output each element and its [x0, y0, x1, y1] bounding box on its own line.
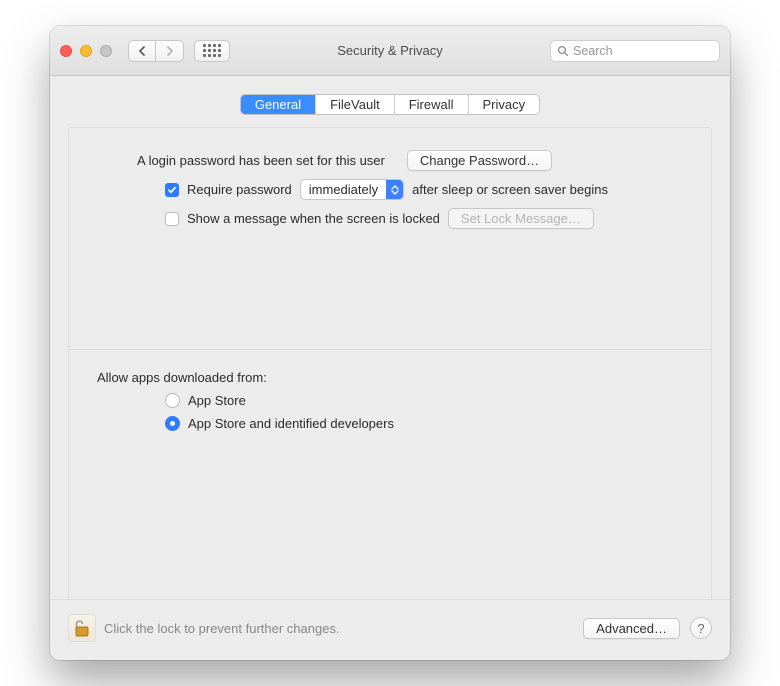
advanced-button[interactable]: Advanced… [583, 618, 680, 639]
forward-button [156, 40, 184, 62]
change-password-button[interactable]: Change Password… [407, 150, 552, 171]
radio-identified-developers-label: App Store and identified developers [188, 416, 394, 431]
general-panel: A login password has been set for this u… [68, 127, 712, 599]
radio-app-store-label: App Store [188, 393, 246, 408]
radio-app-store[interactable] [165, 393, 180, 408]
content: General FileVault Firewall Privacy A log… [50, 76, 730, 599]
zoom-window-button [100, 45, 112, 57]
tab-privacy[interactable]: Privacy [469, 95, 540, 114]
nav-buttons [128, 40, 184, 62]
lock-help-text: Click the lock to prevent further change… [104, 621, 340, 636]
footer: Click the lock to prevent further change… [50, 599, 730, 660]
grid-icon [203, 44, 221, 57]
tab-general[interactable]: General [241, 95, 316, 114]
panel-divider [69, 349, 711, 350]
close-window-button[interactable] [60, 45, 72, 57]
set-lock-message-button: Set Lock Message… [448, 208, 594, 229]
after-sleep-text: after sleep or screen saver begins [412, 182, 608, 197]
titlebar: Security & Privacy Search [50, 26, 730, 76]
select-arrows-icon [386, 180, 403, 199]
search-placeholder: Search [573, 44, 613, 58]
unlocked-lock-icon [73, 618, 91, 638]
tab-firewall[interactable]: Firewall [395, 95, 469, 114]
require-password-checkbox[interactable] [165, 183, 179, 197]
show-message-label: Show a message when the screen is locked [187, 211, 440, 226]
tab-bar: General FileVault Firewall Privacy [240, 94, 540, 115]
tab-filevault[interactable]: FileVault [316, 95, 395, 114]
back-button[interactable] [128, 40, 156, 62]
require-password-label: Require password [187, 182, 292, 197]
password-delay-select[interactable]: immediately [300, 179, 404, 200]
radio-identified-developers[interactable] [165, 416, 180, 431]
login-password-text: A login password has been set for this u… [137, 153, 385, 168]
downloads-heading: Allow apps downloaded from: [97, 370, 267, 385]
show-message-checkbox[interactable] [165, 212, 179, 226]
window-controls [60, 45, 112, 57]
lock-button[interactable] [68, 614, 96, 642]
password-delay-value: immediately [301, 180, 386, 199]
help-button[interactable]: ? [690, 617, 712, 639]
search-icon [557, 45, 569, 57]
minimize-window-button[interactable] [80, 45, 92, 57]
show-all-button[interactable] [194, 40, 230, 62]
preferences-window: Security & Privacy Search General FileVa… [50, 26, 730, 660]
tab-bar-wrap: General FileVault Firewall Privacy [68, 94, 712, 115]
search-field[interactable]: Search [550, 40, 720, 62]
